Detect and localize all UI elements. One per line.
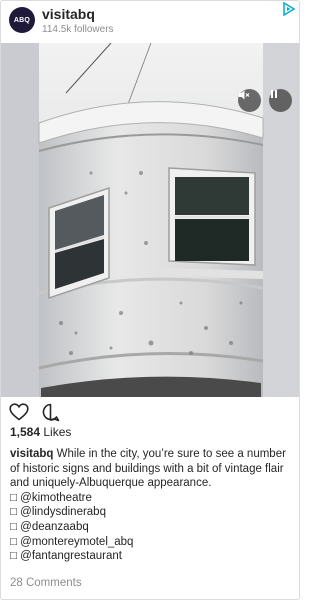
adchoices-icon[interactable] xyxy=(282,2,296,16)
follower-count: 114.5k followers xyxy=(42,24,114,35)
embed-card: ABQ visitabq 114.5k followers 1,584 Like… xyxy=(0,0,300,600)
comment-bubble-icon[interactable] xyxy=(41,403,60,422)
view-comments-link[interactable]: 28 Comments xyxy=(10,577,82,589)
mute-icon xyxy=(239,90,250,100)
pause-icon xyxy=(271,90,277,98)
post-header: ABQ visitabq 114.5k followers xyxy=(1,1,299,42)
mute-button[interactable] xyxy=(238,89,261,112)
mention-link[interactable]: □ @kimotheatre xyxy=(10,491,292,506)
video-player[interactable] xyxy=(1,43,299,397)
like-count[interactable]: 1,584 Likes xyxy=(10,425,71,439)
like-count-number: 1,584 xyxy=(10,425,41,439)
mention-link[interactable]: □ @lindysdinerabq xyxy=(10,505,292,520)
username-link[interactable]: visitabq xyxy=(42,6,95,22)
mention-link[interactable]: □ @montereymotel_abq xyxy=(10,535,292,550)
mention-link[interactable]: □ @deanzaabq xyxy=(10,520,292,535)
post-caption: visitabq While in the city, you’re sure … xyxy=(10,447,292,564)
pause-button[interactable] xyxy=(269,89,292,112)
mention-link[interactable]: □ @fantangrestaurant xyxy=(10,549,292,564)
like-count-label: Likes xyxy=(43,425,72,439)
avatar[interactable]: ABQ xyxy=(9,7,35,33)
caption-author[interactable]: visitabq xyxy=(10,448,53,460)
action-bar xyxy=(1,401,299,425)
avatar-text: ABQ xyxy=(13,16,31,24)
heart-icon[interactable] xyxy=(9,403,29,421)
